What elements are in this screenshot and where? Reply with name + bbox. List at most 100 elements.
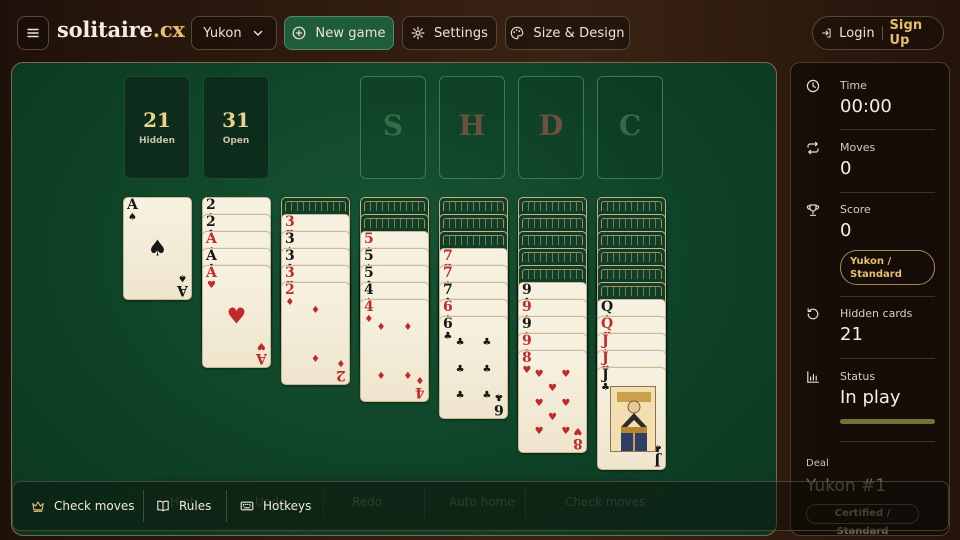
card-pip: ♦	[376, 370, 386, 382]
card-rank: 8	[573, 435, 583, 451]
card-rank: J	[602, 333, 609, 349]
card-suit: ♣	[601, 382, 610, 393]
card-rank: 9	[522, 333, 532, 349]
card-rank: J	[602, 367, 609, 383]
new-game-button[interactable]: New game	[284, 16, 394, 50]
open-count-label: Open	[222, 136, 250, 146]
card-rank: 2	[336, 367, 346, 383]
time-value: 00:00	[840, 96, 892, 117]
foundation-slot[interactable]: D	[518, 76, 584, 179]
auth-buttons: Login Sign Up	[812, 16, 944, 50]
score-label: Score	[840, 203, 871, 216]
foundation-suit-letter: D	[538, 109, 564, 142]
check-moves-button[interactable]: Check moves	[31, 482, 135, 530]
rotate-icon	[807, 308, 819, 320]
gear-icon	[411, 26, 425, 40]
card-rank: A	[127, 197, 138, 213]
signup-link[interactable]: Sign Up	[889, 18, 935, 48]
menu-icon	[27, 28, 39, 38]
game-board: 21 Hidden 31 Open SHDC A♠A♠♠2♠2♣A♦A♣A♥A♥…	[11, 62, 777, 536]
playing-card[interactable]: 6 ♣ 6 ♣ ♣ ♣ ♣ ♣ ♣ ♣	[439, 316, 508, 419]
settings-button[interactable]: Settings	[402, 16, 497, 50]
size-design-button[interactable]: Size & Design	[505, 16, 630, 50]
score-value: 0	[840, 220, 852, 241]
playing-card[interactable]: J ♣ J ♣	[597, 367, 666, 470]
card-center-pip: ♥	[226, 304, 247, 329]
card-rank: A	[177, 282, 188, 298]
card-rank: A	[206, 265, 217, 281]
card-pip: ♦	[403, 322, 413, 334]
card-suit: ♥	[257, 340, 267, 351]
game-mode-badge: Yukon / Standard	[840, 250, 935, 285]
plus-circle-icon	[293, 26, 306, 40]
size-design-label: Size & Design	[533, 25, 625, 41]
card-corner-index-bottom: 8 ♥	[573, 425, 583, 451]
toolbar-separator	[226, 490, 227, 522]
card-rank: 7	[443, 265, 453, 281]
card-rank: 6	[494, 401, 504, 417]
book-icon	[157, 500, 169, 512]
card-rank: 9	[522, 316, 532, 332]
rules-label: Rules	[179, 499, 212, 513]
card-corner-index: 4 ♦	[364, 300, 374, 325]
court-card-portrait	[610, 386, 656, 452]
hotkeys-label: Hotkeys	[263, 499, 312, 513]
auth-separator	[881, 26, 883, 40]
divider	[840, 441, 935, 442]
card-center-pip: ♠	[147, 236, 168, 261]
open-count: 31	[222, 108, 250, 132]
card-corner-index-bottom: 4 ♦	[415, 374, 425, 400]
playing-card[interactable]: A ♠ A ♠ ♠	[123, 197, 192, 300]
repeat-icon	[807, 141, 819, 155]
playing-card[interactable]: 8 ♥ 8 ♥ ♥ ♥ ♥ ♥ ♥ ♥ ♥ ♥	[518, 350, 587, 453]
status-progress-fill	[840, 419, 935, 424]
playing-card[interactable]: 4 ♦ 4 ♦ ♦ ♦ ♦ ♦	[360, 299, 429, 402]
card-pip: ♥	[534, 369, 544, 381]
divider	[840, 296, 935, 297]
variant-select[interactable]: Yukon	[191, 16, 277, 50]
card-pip: ♣	[455, 363, 465, 375]
card-rank: 9	[522, 282, 532, 298]
hotkeys-button[interactable]: Hotkeys	[240, 482, 311, 530]
open-counter: 31 Open	[203, 76, 269, 179]
hidden-counter: 21 Hidden	[124, 76, 190, 179]
playing-card[interactable]: A ♥ A ♥ ♥	[202, 265, 271, 368]
card-rank: 3	[285, 265, 295, 281]
card-rank: A	[256, 350, 267, 366]
card-suit: ♦	[364, 314, 374, 325]
rules-button[interactable]: Rules	[156, 482, 211, 530]
card-rank: 4	[415, 384, 425, 400]
palette-icon	[511, 26, 524, 40]
menu-button[interactable]	[17, 16, 49, 50]
card-rank: 6	[443, 299, 453, 315]
card-rank: 4	[364, 299, 374, 315]
card-rank: 5	[364, 248, 374, 264]
card-rank: J	[654, 452, 661, 468]
card-corner-index-bottom: 2 ♦	[336, 357, 346, 383]
card-rank: 3	[285, 248, 295, 264]
foundation-slot[interactable]: S	[360, 76, 426, 179]
foundation-slot[interactable]: C	[597, 76, 663, 179]
new-game-label: New game	[315, 25, 386, 41]
card-pip: ♦	[403, 370, 413, 382]
playing-card[interactable]: 2 ♦ 2 ♦ ♦ ♦	[281, 282, 350, 385]
card-suit: ♦	[285, 297, 295, 308]
card-rank: 2	[206, 197, 216, 213]
clock-icon	[806, 79, 820, 93]
card-rank: 7	[443, 282, 453, 298]
card-corner-index: 6 ♣	[443, 317, 453, 342]
foundation-slot[interactable]: H	[439, 76, 505, 179]
card-corner-index: 2 ♦	[285, 283, 295, 308]
login-link[interactable]: Login	[839, 26, 875, 41]
card-pip: ♣	[455, 389, 465, 401]
site-logo[interactable]: solitaire.cx	[57, 17, 185, 42]
game-mode-line1: Yukon /	[850, 256, 892, 267]
card-rank: 2	[285, 282, 295, 298]
login-icon	[822, 28, 831, 38]
time-label: Time	[840, 79, 867, 92]
card-pip: ♣	[455, 337, 465, 349]
card-pip: ♦	[376, 322, 386, 334]
card-rank: A	[206, 231, 217, 247]
crown-icon	[32, 501, 44, 512]
card-rank: J	[602, 350, 609, 366]
